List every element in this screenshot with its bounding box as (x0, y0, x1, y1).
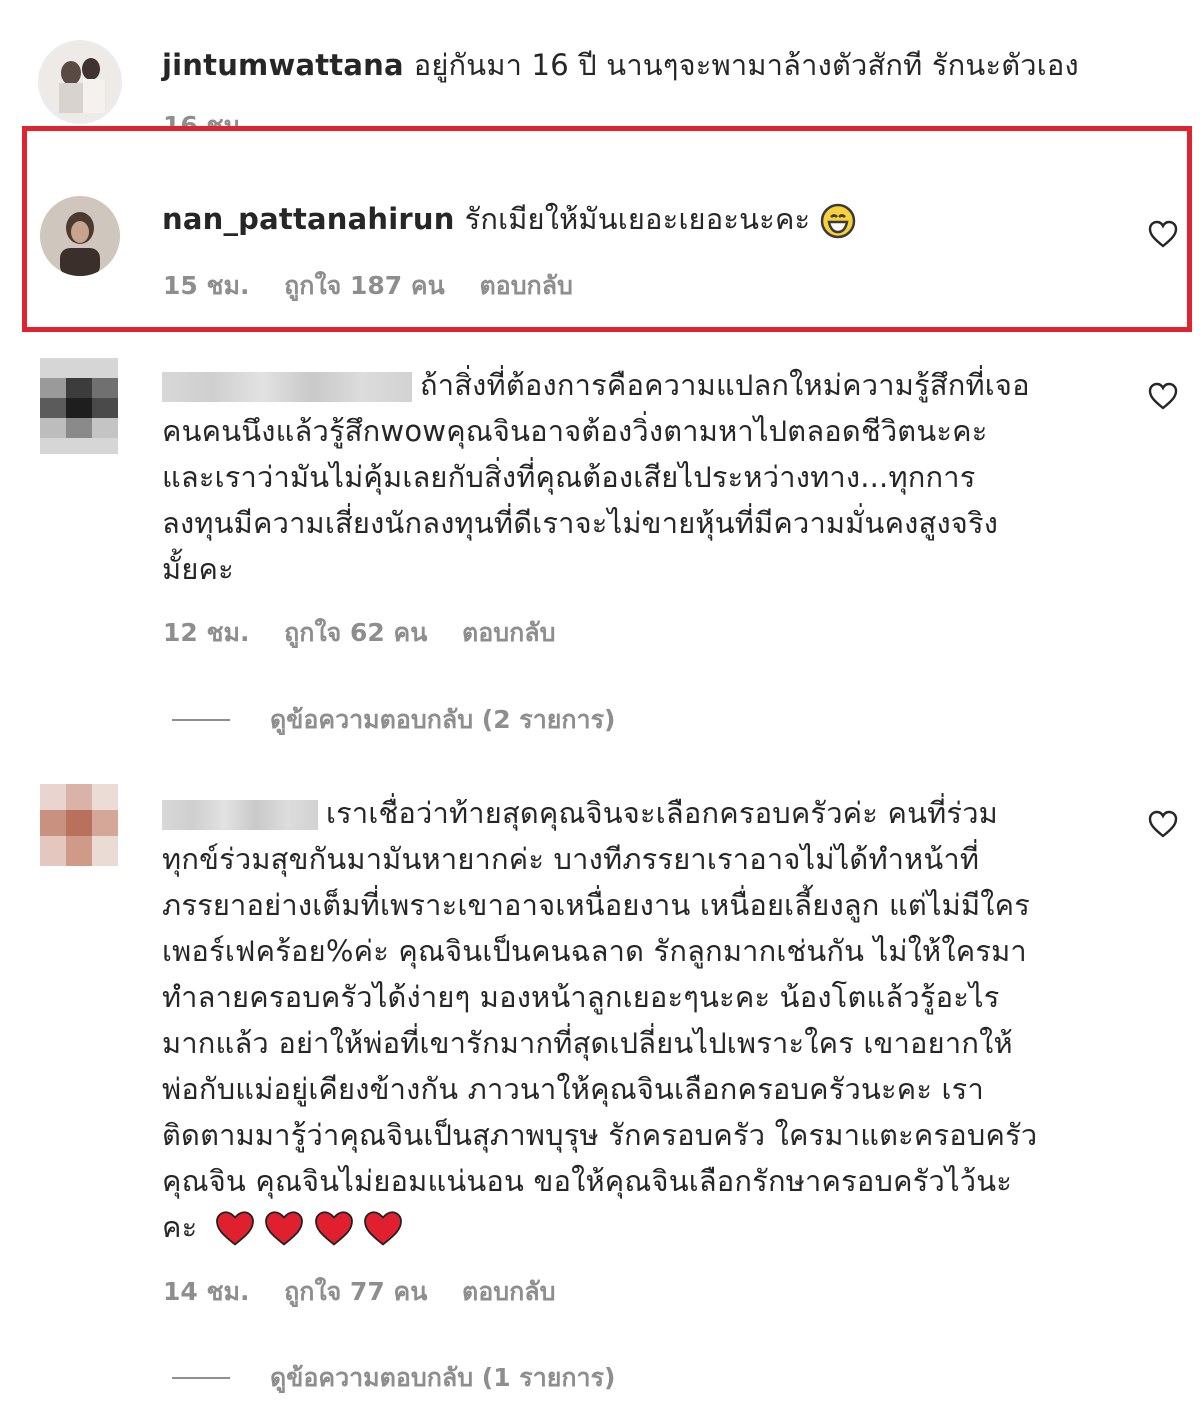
divider-line (172, 1377, 230, 1379)
red-heart-emoji (364, 1211, 402, 1246)
heart-outline-icon[interactable] (1148, 220, 1178, 248)
comment-text-line: ถ้าสิ่งที่ต้องการคือความแปลกใหม่ความรู้ส… (420, 368, 1030, 402)
red-heart-emoji (215, 1211, 254, 1246)
comment-time: 14 ชม. (163, 1277, 250, 1306)
view-replies-button[interactable]: ดูข้อความตอบกลับ (2 รายการ) (172, 700, 615, 740)
avatar[interactable] (40, 196, 120, 276)
comment-text-line: ทุกข์ร่วมสุขกันมามันหายากค่ะ บางทีภรรยาเ… (162, 842, 980, 876)
grinning-emoji (820, 203, 855, 239)
avatar-photo (40, 784, 118, 866)
comment-text-line: เราเชื่อว่าท้ายสุดคุณจินจะเลือกครอบครัวค… (326, 796, 998, 830)
divider-line (172, 719, 230, 721)
like-count[interactable]: ถูกใจ 187 คน (284, 271, 445, 300)
blurred-username[interactable] (162, 372, 412, 402)
comment-text-line: ลงทุนมีความเสี่ยงนักลงทุนที่ดีเราจะไม่ขา… (162, 506, 999, 540)
comment-text-line: คะ (162, 1210, 198, 1244)
blurred-username[interactable] (162, 800, 318, 830)
reply-button[interactable]: ตอบกลับ (462, 618, 555, 647)
username[interactable]: nan_pattanahirun (162, 202, 455, 236)
comment-text-line: ทำลายครอบครัวได้ง่ายๆ มองหน้าลูกเยอะๆนะค… (162, 980, 1000, 1014)
comment-text-line: มากแล้ว อย่าให้พ่อที่เขารักมากที่สุดเปลี… (162, 1026, 1013, 1060)
comment-text-line: คนคนนึงแล้วรู้สึกwowคุณจินอาจต้องวิ่งตาม… (162, 414, 988, 448)
comment-text-line: และเราว่ามันไม่คุ้มเลยกับสิ่งที่คุณต้องเ… (162, 460, 976, 494)
comment-text: รักเมียให้มันเยอะเยอะนะคะ (464, 202, 811, 236)
avatar-photo (41, 43, 119, 121)
view-replies-label: ดูข้อความตอบกลับ (1 รายการ) (270, 1363, 616, 1392)
reply-button[interactable]: ตอบกลับ (462, 1277, 555, 1306)
avatar-photo (40, 196, 120, 276)
comment-time: 15 ชม. (163, 271, 250, 300)
avatar[interactable] (40, 784, 118, 866)
like-count[interactable]: ถูกใจ 77 คน (284, 1277, 427, 1306)
view-replies-button[interactable]: ดูข้อความตอบกลับ (1 รายการ) (172, 1358, 615, 1398)
comment-text-line: พ่อกับแม่อยู่เคียงข้างกัน ภาวนาให้คุณจิน… (162, 1072, 984, 1106)
heart-outline-icon[interactable] (1148, 810, 1178, 838)
red-heart-emoji (265, 1211, 304, 1246)
comment-text-line: มั้ยคะ (162, 552, 234, 586)
red-heart-emojis (215, 1210, 403, 1246)
view-replies-label: ดูข้อความตอบกลับ (2 รายการ) (270, 705, 616, 734)
comment-text: อยู่กันมา 16 ปี นานๆจะพามาล้างตัวสักที ร… (413, 48, 1079, 82)
heart-outline-icon[interactable] (1148, 382, 1178, 410)
avatar-photo (40, 358, 118, 454)
avatar[interactable] (38, 40, 122, 124)
comment-text-line: เพอร์เฟคร้อย%ค่ะ คุณจินเป็นคนฉลาด รักลูก… (162, 934, 1027, 968)
comment-time: 12 ชม. (163, 618, 250, 647)
red-heart-emoji (314, 1211, 353, 1246)
comment-text-line: ติดตามมารู้ว่าคุณจินเป็นสุภาพบุรุษ รักคร… (162, 1118, 1038, 1152)
username[interactable]: jintumwattana (162, 48, 404, 82)
avatar[interactable] (40, 358, 118, 454)
reply-button[interactable]: ตอบกลับ (479, 271, 572, 300)
comment-text-line: คุณจิน คุณจินไม่ยอมแน่นอน ขอให้คุณจินเลื… (162, 1164, 1013, 1198)
like-count[interactable]: ถูกใจ 62 คน (284, 618, 427, 647)
comment-text-line: ภรรยาอย่างเต็มที่เพราะเขาอาจเหนื่อยงาน เ… (162, 888, 1031, 922)
